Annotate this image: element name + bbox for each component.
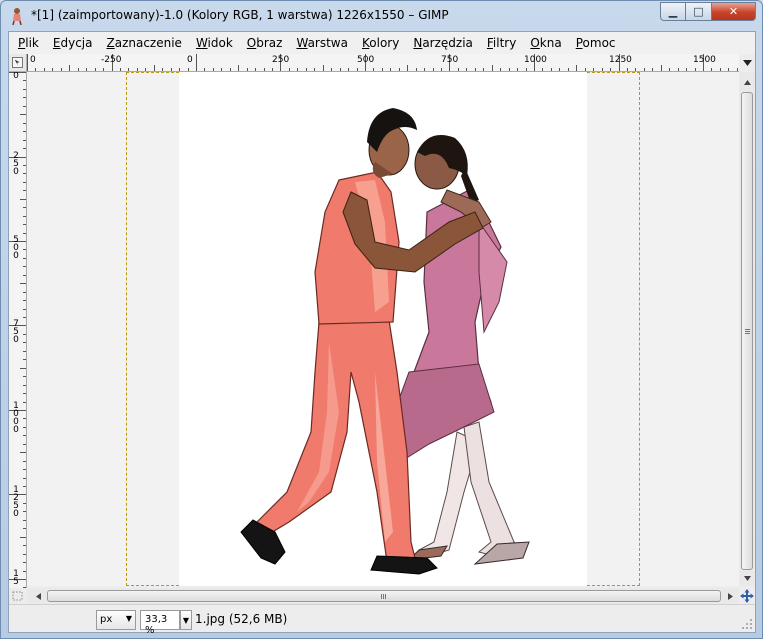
ruler-corner-button[interactable] <box>9 54 27 72</box>
horizontal-scroll-thumb[interactable] <box>47 590 721 602</box>
hruler-label: 500 <box>357 55 375 65</box>
menu-file[interactable]: Plik <box>9 36 46 50</box>
chevron-down-icon: ▼ <box>182 615 190 625</box>
status-bar: px ▼ 33,3 % ▼ 1.jpg (52,6 MB) <box>9 604 755 636</box>
navigate-icon <box>740 589 754 603</box>
hruler-label: 1000 <box>524 55 547 65</box>
chevron-down-icon: ▼ <box>125 614 132 623</box>
quick-mask-toggle[interactable] <box>9 588 27 604</box>
image-canvas[interactable] <box>27 72 739 586</box>
ruler-menu-button[interactable] <box>739 54 755 72</box>
vruler-label: 7 5 0 <box>13 319 19 345</box>
menu-image[interactable]: Obraz <box>240 36 290 50</box>
gimp-app-icon <box>12 8 22 25</box>
scroll-down-button[interactable] <box>740 570 754 586</box>
scroll-right-button[interactable] <box>723 589 737 603</box>
menu-colors[interactable]: Kolory <box>355 36 406 50</box>
hruler-label: 250 <box>272 55 290 65</box>
title-bar[interactable]: *[1] (zaimportowany)-1.0 (Kolory RGB, 1 … <box>1 1 762 31</box>
vertical-ruler[interactable]: 0 2 5 0 5 0 0 7 5 0 1 0 0 0 1 2 5 0 1 5 <box>9 72 27 602</box>
unit-select[interactable]: px ▼ <box>96 610 136 630</box>
image-window-client: Plik Edycja Zaznaczenie Widok Obraz Wars… <box>8 31 756 636</box>
close-button[interactable]: ✕ <box>712 2 756 21</box>
minimize-icon: ▁ <box>668 5 678 18</box>
vruler-label: 5 0 0 <box>13 235 19 261</box>
vruler-label: 1 5 <box>13 569 19 587</box>
resize-grip-icon[interactable] <box>741 618 753 630</box>
pointer-corner-icon <box>12 57 23 68</box>
vruler-label: 1 0 0 0 <box>13 401 19 435</box>
hruler-label: 750 <box>441 55 459 65</box>
menu-view[interactable]: Widok <box>189 36 240 50</box>
chevron-down-icon <box>742 60 752 66</box>
menu-windows[interactable]: Okna <box>523 36 568 50</box>
hruler-label: 0 <box>187 55 193 65</box>
horizontal-ruler[interactable]: 0 -250 0 250 500 750 1000 1250 1500 <box>27 54 739 72</box>
close-icon: ✕ <box>728 5 739 18</box>
hruler-label: 1250 <box>609 55 632 65</box>
scroll-left-button[interactable] <box>31 589 45 603</box>
unit-value: px <box>100 614 113 625</box>
maximize-button[interactable]: □ <box>686 2 712 21</box>
hruler-label: 1500 <box>693 55 716 65</box>
arrow-down-icon <box>743 575 751 581</box>
menu-layer[interactable]: Warstwa <box>289 36 355 50</box>
minimize-button[interactable]: ▁ <box>660 2 686 21</box>
hruler-label: -250 <box>101 55 122 65</box>
menu-bar: Plik Edycja Zaznaczenie Widok Obraz Wars… <box>9 32 755 54</box>
window-controls: ▁ □ ✕ <box>660 2 756 21</box>
menu-select[interactable]: Zaznaczenie <box>99 36 188 50</box>
vertical-scroll-thumb[interactable] <box>741 92 753 570</box>
zoom-value: 33,3 % <box>145 614 168 636</box>
hruler-label: 0 <box>30 55 36 65</box>
gimp-window: *[1] (zaimportowany)-1.0 (Kolory RGB, 1 … <box>0 0 763 639</box>
dancing-couple-image <box>240 108 530 575</box>
menu-filters[interactable]: Filtry <box>480 36 523 50</box>
quick-mask-icon <box>12 591 23 601</box>
arrow-right-icon <box>727 592 733 600</box>
vruler-label: 1 2 5 0 <box>13 485 19 519</box>
menu-tools[interactable]: Narzędzia <box>406 36 480 50</box>
arrow-left-icon <box>35 592 41 600</box>
navigate-button[interactable] <box>739 588 755 604</box>
image-info: 1.jpg (52,6 MB) <box>195 612 288 626</box>
horizontal-ruler-ticks <box>27 54 738 71</box>
vruler-label: 2 5 0 <box>13 151 19 177</box>
scroll-up-button[interactable] <box>740 74 754 90</box>
image-boundary <box>126 72 640 586</box>
vruler-label: 0 <box>13 72 19 81</box>
menu-edit[interactable]: Edycja <box>46 36 100 50</box>
zoom-dropdown-button[interactable]: ▼ <box>180 610 192 630</box>
horizontal-scrollbar[interactable] <box>27 588 739 604</box>
window-title: *[1] (zaimportowany)-1.0 (Kolory RGB, 1 … <box>31 8 449 22</box>
maximize-icon: □ <box>693 5 704 18</box>
arrow-up-icon <box>743 79 751 85</box>
menu-help[interactable]: Pomoc <box>569 36 623 50</box>
vertical-scrollbar[interactable] <box>739 72 755 586</box>
zoom-input[interactable]: 33,3 % <box>140 610 180 636</box>
image-layer <box>179 72 587 586</box>
